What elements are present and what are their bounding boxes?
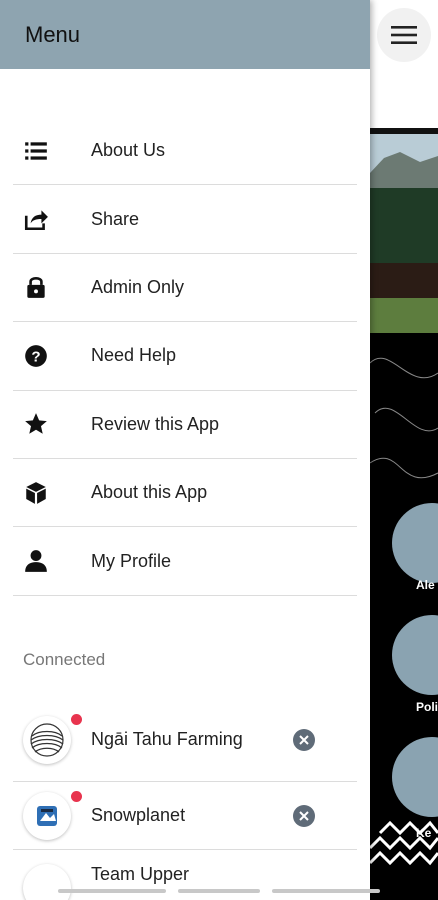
hamburger-icon xyxy=(391,26,417,44)
menu-item-about-app[interactable]: About this App xyxy=(13,459,357,528)
cube-icon xyxy=(13,480,61,506)
drawer-title: Menu xyxy=(25,21,81,47)
menu-list: About Us Share Admin Only ? Need Help Re… xyxy=(13,117,357,596)
nav-pill xyxy=(272,889,380,893)
menu-item-label: About this App xyxy=(91,482,208,503)
share-icon xyxy=(13,206,61,232)
menu-item-review-app[interactable]: Review this App xyxy=(13,391,357,459)
menu-item-label: Review this App xyxy=(91,413,220,434)
menu-item-admin-only[interactable]: Admin Only xyxy=(13,254,357,323)
unread-badge xyxy=(71,714,82,725)
menu-item-my-profile[interactable]: My Profile xyxy=(13,527,357,596)
star-icon xyxy=(13,411,61,437)
unread-badge xyxy=(71,791,82,802)
menu-item-label: About Us xyxy=(91,140,166,161)
remove-connection-button[interactable] xyxy=(293,728,315,751)
menu-item-label: Need Help xyxy=(91,345,177,366)
menu-item-label: Admin Only xyxy=(91,276,185,297)
snowplanet-logo-icon xyxy=(23,791,71,840)
lock-icon xyxy=(13,274,61,300)
svg-text:?: ? xyxy=(31,348,40,365)
hamburger-menu-button[interactable] xyxy=(377,8,431,62)
help-icon: ? xyxy=(13,343,61,369)
menu-item-share[interactable]: Share xyxy=(13,185,357,254)
bg-tile-label: Ke xyxy=(416,826,432,840)
remove-connection-button[interactable] xyxy=(293,804,315,827)
map-background: Ale Polic Ke xyxy=(370,333,438,900)
navigation-drawer: Menu About Us Share Admin Only ? Need He… xyxy=(0,0,370,900)
ngai-tahu-logo-icon xyxy=(23,715,71,764)
connected-item-snowplanet[interactable]: Snowplanet xyxy=(13,782,357,850)
nav-pill xyxy=(178,889,260,893)
connected-item-label: Ngāi Tahu Farming xyxy=(91,729,243,749)
nav-pill xyxy=(58,889,166,893)
bg-tile-label: Ale xyxy=(416,578,435,592)
hero-image xyxy=(370,128,438,333)
connected-item-label: Team Upper xyxy=(91,864,190,884)
system-navigation-bar xyxy=(0,886,438,900)
connected-item-label: Snowplanet xyxy=(91,805,186,825)
close-icon xyxy=(299,734,309,745)
menu-item-need-help[interactable]: ? Need Help xyxy=(13,322,357,391)
drawer-header: Menu xyxy=(0,0,370,69)
connected-list: Ngāi Tahu Farming Snowplanet Team Upper xyxy=(13,698,357,900)
close-icon xyxy=(299,810,309,821)
menu-item-about-us[interactable]: About Us xyxy=(13,117,357,186)
bg-tile-label: Polic xyxy=(416,700,438,714)
list-icon xyxy=(13,138,61,164)
menu-item-label: My Profile xyxy=(91,550,172,571)
menu-item-label: Share xyxy=(91,208,140,229)
connected-section-header: Connected xyxy=(23,650,106,669)
connected-item-ngai-tahu[interactable]: Ngāi Tahu Farming xyxy=(13,698,357,782)
person-icon xyxy=(13,548,61,574)
